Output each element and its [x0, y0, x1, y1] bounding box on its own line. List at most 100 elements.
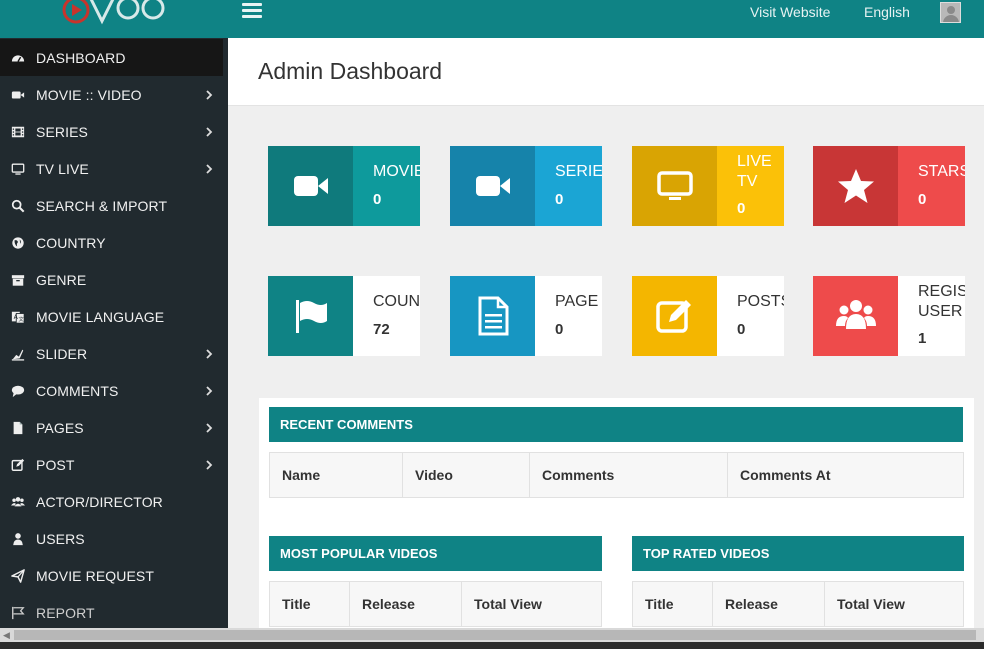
video-camera-icon: [450, 146, 535, 226]
star-icon: [813, 146, 898, 226]
sidebar-item-label: MOVIE LANGUAGE: [36, 308, 165, 325]
stat-tile-countries[interactable]: COUNTRIES 72: [268, 276, 420, 356]
flag-icon: [10, 605, 26, 621]
sidebar-item-post[interactable]: POST: [0, 446, 228, 483]
stat-tile-posts[interactable]: POSTS 0: [632, 276, 784, 356]
stat-label: STARS: [918, 163, 965, 180]
stat-label: PAGE: [555, 293, 599, 310]
stat-value: 72: [373, 321, 390, 338]
column-header[interactable]: Release: [350, 582, 462, 626]
user-icon: [10, 531, 26, 547]
chevron-right-icon: [206, 385, 213, 396]
stat-value: 0: [737, 321, 746, 338]
sidebar-item-label: REPORT: [36, 604, 95, 621]
stat-tile-registered-user[interactable]: REGISTERED USER 1: [813, 276, 965, 356]
stat-label-line2: USER: [918, 303, 963, 320]
users-icon: [10, 494, 26, 510]
edit-icon: [632, 276, 717, 356]
stat-label-line2: TV: [737, 173, 758, 190]
slider-icon: [10, 346, 26, 362]
stat-tile-stars[interactable]: STARS 0: [813, 146, 965, 226]
archive-icon: [10, 272, 26, 288]
sidebar-item-slider[interactable]: SLIDER: [0, 335, 228, 372]
page-title: Admin Dashboard: [258, 58, 443, 84]
stat-value: 0: [737, 200, 746, 217]
stat-value: 0: [555, 321, 564, 338]
top-rated-heading: TOP RATED VIDEOS: [632, 536, 964, 571]
sidebar-item-actor-director[interactable]: ACTOR/DIRECTOR: [0, 483, 228, 520]
column-header[interactable]: Total View: [462, 582, 601, 626]
sidebar-item-pages[interactable]: PAGES: [0, 409, 228, 446]
sidebar-item-label: SLIDER: [36, 345, 88, 362]
sidebar-item-movie-video[interactable]: MOVIE :: VIDEO: [0, 76, 228, 113]
sidebar-item-label: PAGES: [36, 419, 84, 436]
scroll-left-arrow-icon[interactable]: ◀: [3, 630, 10, 641]
app-logo[interactable]: [58, 0, 168, 28]
sidebar-item-label: SERIES: [36, 123, 88, 140]
sidebar-item-label: POST: [36, 456, 75, 473]
sidebar-item-dashboard[interactable]: DASHBOARD: [0, 39, 223, 76]
menu-toggle-icon[interactable]: [242, 3, 262, 19]
horizontal-scrollbar[interactable]: ◀: [0, 628, 984, 642]
chevron-right-icon: [206, 459, 213, 470]
column-header[interactable]: Title: [633, 582, 713, 626]
sidebar-item-label: MOVIE REQUEST: [36, 567, 154, 584]
comment-icon: [10, 383, 26, 399]
column-header[interactable]: Title: [270, 582, 350, 626]
column-header[interactable]: Video: [403, 453, 530, 497]
sidebar-item-label: MOVIE :: VIDEO: [36, 86, 142, 103]
top-rated-table-header: Title Release Total View: [632, 581, 964, 627]
sidebar-item-label: COUNTRY: [36, 234, 106, 251]
stat-label-line1: REGISTERED: [918, 283, 965, 300]
video-camera-icon: [10, 87, 26, 103]
user-avatar[interactable]: [940, 2, 961, 23]
sidebar-item-label: COMMENTS: [36, 382, 119, 399]
top-navbar: Visit Website English: [0, 0, 984, 38]
column-header[interactable]: Comments: [530, 453, 728, 497]
sidebar-item-users[interactable]: USERS: [0, 520, 228, 557]
sidebar-item-search-import[interactable]: SEARCH & IMPORT: [0, 187, 228, 224]
sidebar-item-comments[interactable]: COMMENTS: [0, 372, 228, 409]
stat-label: COUNTRIES: [373, 293, 420, 310]
stat-tile-movies[interactable]: MOVIES 0: [268, 146, 420, 226]
search-icon: [10, 198, 26, 214]
language-selector[interactable]: English: [864, 4, 910, 20]
stat-value: 1: [918, 330, 927, 347]
page-header: Admin Dashboard: [228, 38, 984, 106]
sidebar-item-label: ACTOR/DIRECTOR: [36, 493, 163, 510]
sidebar-item-series[interactable]: SERIES: [0, 113, 228, 150]
column-header[interactable]: Total View: [825, 582, 963, 626]
sidebar-item-movie-language[interactable]: A文 MOVIE LANGUAGE: [0, 298, 228, 335]
most-popular-heading: MOST POPULAR VIDEOS: [269, 536, 602, 571]
recent-comments-heading: RECENT COMMENTS: [269, 407, 963, 442]
sidebar: DASHBOARD MOVIE :: VIDEO SERIES TV LIVE …: [0, 38, 228, 628]
stat-tile-series[interactable]: SERIES 0: [450, 146, 602, 226]
monitor-icon: [10, 161, 26, 177]
sidebar-item-country[interactable]: COUNTRY: [0, 224, 228, 261]
stat-tile-live-tv[interactable]: LIVE TV 0: [632, 146, 784, 226]
film-icon: [10, 124, 26, 140]
chevron-right-icon: [206, 89, 213, 100]
sidebar-item-label: USERS: [36, 530, 85, 547]
scrollbar-thumb[interactable]: [14, 630, 976, 640]
sidebar-item-genre[interactable]: GENRE: [0, 261, 228, 298]
sidebar-item-label: DASHBOARD: [36, 49, 126, 66]
dashboard-panel: RECENT COMMENTS Name Video Comments Comm…: [259, 398, 974, 630]
svg-text:文: 文: [18, 314, 24, 322]
most-popular-table-header: Title Release Total View: [269, 581, 602, 627]
sidebar-item-tv-live[interactable]: TV LIVE: [0, 150, 228, 187]
stat-tile-page[interactable]: PAGE 0: [450, 276, 602, 356]
recent-comments-table-header: Name Video Comments Comments At: [269, 452, 964, 498]
sidebar-item-movie-request[interactable]: MOVIE REQUEST: [0, 557, 228, 594]
stat-value: 0: [373, 191, 382, 208]
visit-website-link[interactable]: Visit Website: [750, 4, 830, 20]
language-icon: A文: [10, 309, 26, 325]
chevron-right-icon: [206, 163, 213, 174]
chevron-right-icon: [206, 422, 213, 433]
column-header[interactable]: Release: [713, 582, 825, 626]
column-header[interactable]: Comments At: [728, 453, 963, 497]
stat-value: 0: [918, 191, 927, 208]
edit-icon: [10, 457, 26, 473]
sidebar-item-report[interactable]: REPORT: [0, 594, 228, 631]
column-header[interactable]: Name: [270, 453, 403, 497]
